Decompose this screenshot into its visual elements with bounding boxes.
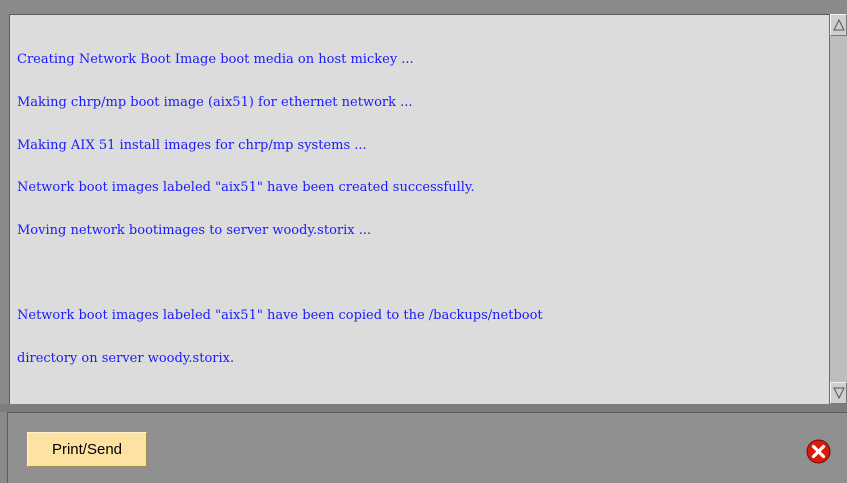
output-line: Network boot images labeled "aix51" have… [17,180,475,196]
output-text: Creating Network Boot Image boot media o… [10,15,829,394]
output-window: Creating Network Boot Image boot media o… [0,0,847,483]
output-line: Network boot images labeled "aix51" have… [17,308,543,324]
close-icon [806,439,831,464]
triangle-down-icon [833,387,845,399]
close-button[interactable] [806,439,831,464]
output-line: Making AIX 51 install images for chrp/mp… [17,137,367,153]
output-line: Moving network bootimages to server wood… [17,222,372,238]
output-line: directory on server woody.storix. [17,350,235,366]
vertical-scrollbar[interactable] [829,14,847,404]
scroll-up-button[interactable] [830,14,847,36]
bottom-toolbar: Print/Send [7,412,847,483]
print-send-button[interactable]: Print/Send [27,432,147,467]
separator [0,404,847,412]
output-pane[interactable]: Creating Network Boot Image boot media o… [9,14,829,404]
scroll-down-button[interactable] [830,382,847,404]
output-line: Making chrp/mp boot image (aix51) for et… [17,95,413,111]
output-line: Creating Network Boot Image boot media o… [17,52,414,68]
triangle-up-icon [833,19,845,31]
